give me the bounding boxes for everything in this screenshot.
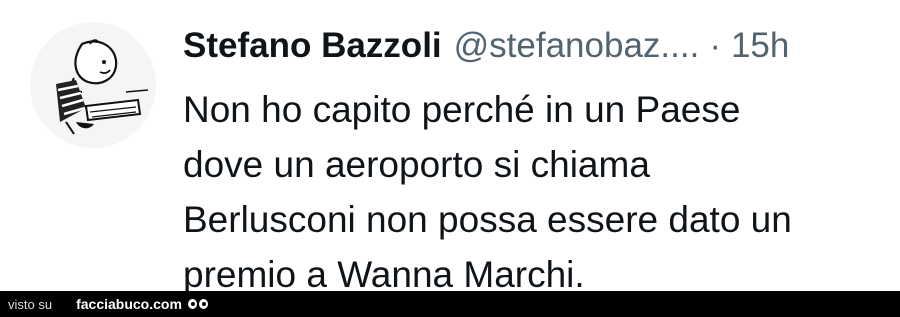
- avatar[interactable]: [30, 22, 156, 148]
- separator-dot: ·: [709, 26, 721, 65]
- tweet-text-line: dove un aeroporto si chiama: [183, 144, 650, 185]
- tweet-text-line: Non ho capito perché in un Paese: [183, 89, 741, 130]
- author-name[interactable]: Stefano Bazzoli: [183, 24, 442, 68]
- eye-right-icon: [198, 299, 208, 309]
- eyes-icon: [187, 299, 208, 309]
- timestamp[interactable]: 15h: [731, 24, 789, 68]
- tweet-text: Non ho capito perché in un Paese dove un…: [183, 82, 883, 302]
- site-link[interactable]: facciabuco.com: [76, 296, 182, 312]
- watermark-footer: visto su facciabuco.com: [0, 291, 900, 317]
- eye-left-icon: [187, 299, 197, 309]
- tweet: Stefano Bazzoli @stefanobaz.... · 15h No…: [0, 0, 900, 295]
- visto-su-label: visto su: [8, 296, 53, 312]
- author-handle[interactable]: @stefanobaz....: [454, 24, 700, 68]
- tweet-header: Stefano Bazzoli @stefanobaz.... · 15h: [183, 24, 789, 68]
- cartoon-avatar-illustration: [30, 22, 156, 148]
- tweet-text-line: Berlusconi non possa essere dato un: [183, 199, 792, 240]
